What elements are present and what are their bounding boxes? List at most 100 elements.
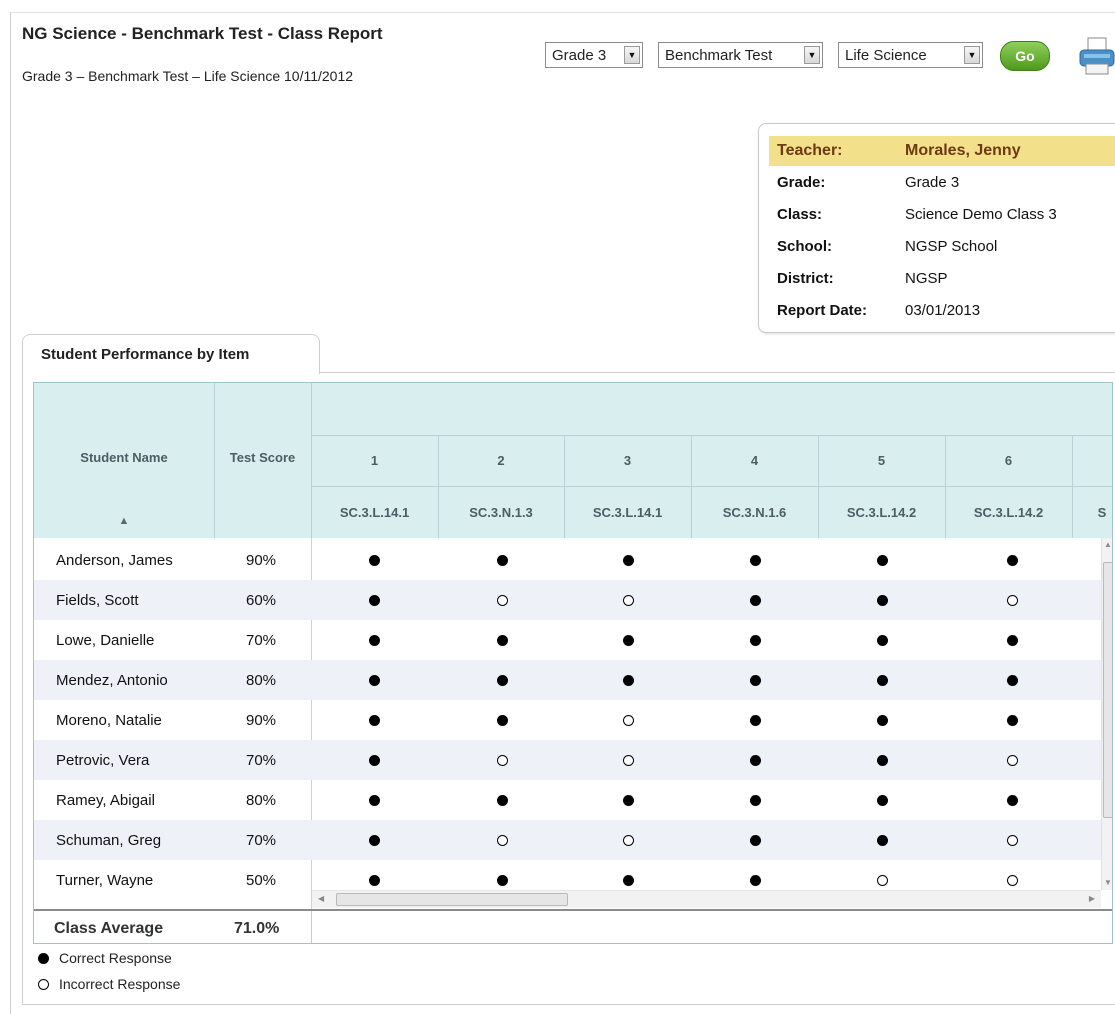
student-name-cell: Petrovic, Vera <box>56 751 150 769</box>
item-number-header[interactable]: 6 <box>945 435 1072 486</box>
correct-response-icon <box>369 795 380 806</box>
class-average-label: Class Average <box>54 920 164 937</box>
chevron-down-icon[interactable]: ▼ <box>804 46 820 64</box>
incorrect-response-icon <box>497 755 508 766</box>
legend-incorrect-label: Incorrect Response <box>59 976 181 992</box>
scroll-up-icon[interactable]: ▲ <box>1104 540 1112 549</box>
incorrect-response-icon <box>623 715 634 726</box>
correct-response-icon <box>497 635 508 646</box>
incorrect-response-icon <box>877 875 888 886</box>
scroll-left-icon[interactable]: ◀ <box>318 894 324 903</box>
chevron-down-icon[interactable]: ▼ <box>624 46 640 64</box>
tab-student-performance[interactable]: Student Performance by Item <box>22 334 320 374</box>
incorrect-response-icon <box>1007 755 1018 766</box>
correct-response-icon <box>877 595 888 606</box>
sort-asc-icon[interactable]: ▲ <box>114 511 134 531</box>
class-info-panel: Teacher: Morales, Jenny Grade: Grade 3 C… <box>758 123 1115 333</box>
correct-response-icon <box>497 795 508 806</box>
vertical-scroll-thumb[interactable] <box>1103 562 1112 818</box>
item-number-header[interactable] <box>1072 435 1112 486</box>
subject-select[interactable]: Life Science ▼ <box>838 42 983 68</box>
item-number-header[interactable]: 1 <box>311 435 438 486</box>
grade-select[interactable]: Grade 3 ▼ <box>545 42 643 68</box>
printer-icon[interactable] <box>1078 36 1115 83</box>
teacher-row: Teacher: Morales, Jenny <box>769 136 1115 166</box>
item-standard-header[interactable]: SC.3.N.1.3 <box>438 486 564 538</box>
correct-response-icon <box>877 635 888 646</box>
go-button[interactable]: Go <box>1000 41 1050 71</box>
item-standard-header[interactable]: SC.3.L.14.1 <box>311 486 438 538</box>
incorrect-response-icon <box>497 835 508 846</box>
test-score-header[interactable]: Test Score <box>214 423 311 491</box>
district-row: District: NGSP <box>769 263 1115 293</box>
performance-grid: Student Name ▲ Test Score 1 SC.3.L.14.1 2 S… <box>33 382 1113 944</box>
test-score-cell: 80% <box>246 791 277 809</box>
correct-response-icon <box>1007 675 1018 686</box>
incorrect-response-icon <box>623 755 634 766</box>
item-number-header[interactable]: 5 <box>818 435 945 486</box>
correct-response-icon <box>497 875 508 886</box>
teacher-value: Morales, Jenny <box>905 142 1021 159</box>
vertical-scrollbar[interactable]: ▲ ▼ <box>1101 538 1112 890</box>
table-row: Fields, Scott 60% <box>34 580 1112 620</box>
correct-response-icon <box>623 675 634 686</box>
scroll-down-icon[interactable]: ▼ <box>1104 878 1112 887</box>
student-name-cell: Moreno, Natalie <box>56 711 162 729</box>
horizontal-scroll-thumb[interactable] <box>336 893 568 906</box>
incorrect-response-icon <box>623 835 634 846</box>
item-standard-header[interactable]: SC.3.L.14.2 <box>818 486 945 538</box>
scroll-right-icon[interactable]: ▶ <box>1089 894 1095 903</box>
item-standard-header[interactable]: SC.3.N.1.6 <box>691 486 818 538</box>
student-name-cell: Mendez, Antonio <box>56 671 168 689</box>
item-standard-header[interactable]: SC.3.L.14.2 <box>945 486 1072 538</box>
table-row: Moreno, Natalie 90% <box>34 700 1112 740</box>
correct-response-icon <box>369 835 380 846</box>
table-row: Lowe, Danielle 70% <box>34 620 1112 660</box>
class-label: Class: <box>777 205 823 223</box>
horizontal-scrollbar[interactable]: ◀ ▶ <box>312 890 1101 908</box>
correct-response-icon <box>750 675 761 686</box>
report-date-label: Report Date: <box>777 301 868 319</box>
table-row: Schuman, Greg 70% <box>34 820 1112 860</box>
grade-row: Grade: Grade 3 <box>769 167 1115 197</box>
student-name-cell: Ramey, Abigail <box>56 791 155 809</box>
district-label: District: <box>777 269 834 287</box>
correct-response-icon <box>877 675 888 686</box>
student-name-header[interactable]: Student Name <box>34 383 214 531</box>
test-score-cell: 70% <box>246 831 277 849</box>
correct-response-icon <box>877 795 888 806</box>
chevron-down-icon[interactable]: ▼ <box>964 46 980 64</box>
correct-response-icon <box>750 755 761 766</box>
incorrect-response-icon <box>1007 875 1018 886</box>
school-row: School: NGSP School <box>769 231 1115 261</box>
item-standard-header[interactable]: SC.3.L.14.1 <box>564 486 691 538</box>
correct-response-icon <box>497 555 508 566</box>
correct-response-icon <box>877 555 888 566</box>
correct-response-icon <box>750 835 761 846</box>
item-number-header[interactable]: 4 <box>691 435 818 486</box>
incorrect-response-icon <box>1007 595 1018 606</box>
class-value: Science Demo Class 3 <box>905 205 1057 223</box>
correct-response-icon <box>623 875 634 886</box>
correct-response-icon <box>1007 555 1018 566</box>
correct-response-icon <box>877 755 888 766</box>
incorrect-response-icon <box>623 595 634 606</box>
legend-correct: Correct Response <box>38 950 172 966</box>
report-date-row: Report Date: 03/01/2013 <box>769 295 1115 325</box>
correct-response-icon <box>623 795 634 806</box>
correct-response-icon <box>877 835 888 846</box>
grade-select-value: Grade 3 <box>552 46 607 64</box>
filled-dot-icon <box>38 952 49 964</box>
item-number-header[interactable]: 3 <box>564 435 691 486</box>
grade-value: Grade 3 <box>905 173 960 191</box>
test-score-cell: 80% <box>246 671 277 689</box>
school-label: School: <box>777 237 832 255</box>
test-score-cell: 90% <box>246 711 277 729</box>
test-select[interactable]: Benchmark Test ▼ <box>658 42 823 68</box>
correct-response-icon <box>369 715 380 726</box>
item-standard-header[interactable]: S <box>1072 486 1112 538</box>
test-select-value: Benchmark Test <box>665 46 773 64</box>
school-value: NGSP School <box>905 237 998 255</box>
item-number-header[interactable]: 2 <box>438 435 564 486</box>
correct-response-icon <box>369 555 380 566</box>
